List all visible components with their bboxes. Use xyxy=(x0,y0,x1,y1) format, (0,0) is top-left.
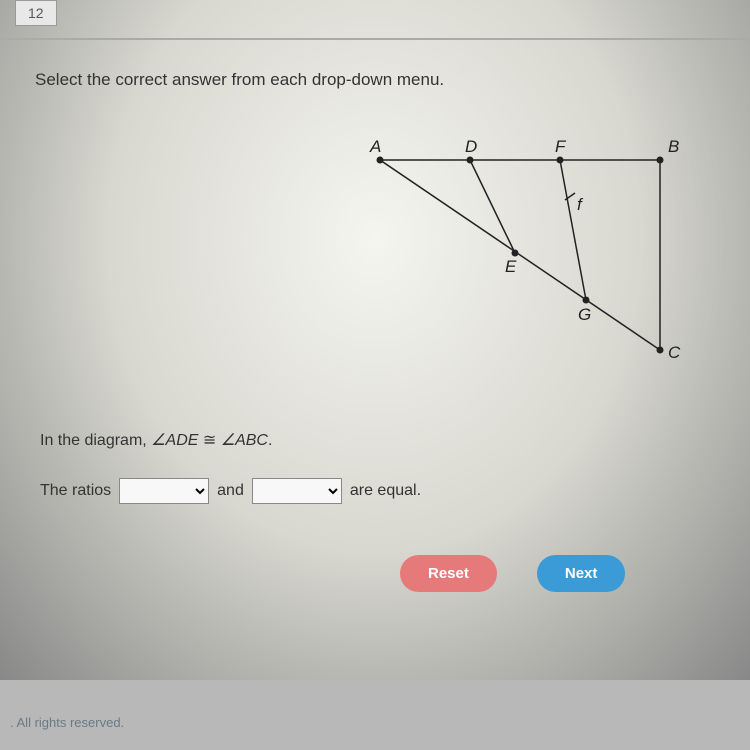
next-button[interactable]: Next xyxy=(537,555,626,592)
label-f: f xyxy=(577,195,584,214)
label-A: A xyxy=(369,137,381,156)
reset-button[interactable]: Reset xyxy=(400,555,497,592)
ratio-dropdown-2[interactable] xyxy=(252,478,342,504)
triangle-diagram: A D F B E G C f xyxy=(340,130,700,370)
label-G: G xyxy=(578,305,591,324)
page-number: 12 xyxy=(28,5,44,21)
label-B: B xyxy=(668,137,679,156)
angle-ADE: ∠ADE xyxy=(151,432,198,449)
statement-prefix: In the diagram, xyxy=(40,432,151,449)
congruent-symbol: ≅ xyxy=(198,432,220,449)
angle-ABC: ∠ABC xyxy=(221,432,268,449)
label-D: D xyxy=(465,137,477,156)
ratios-suffix: are equal. xyxy=(350,482,421,500)
footer-text: . All rights reserved. xyxy=(10,715,124,730)
ratios-sentence: The ratios and are equal. xyxy=(40,478,421,504)
label-E: E xyxy=(505,257,517,276)
page-number-tab: 12 xyxy=(15,0,57,26)
instruction-text: Select the correct answer from each drop… xyxy=(35,70,444,90)
statement-suffix: . xyxy=(268,432,272,449)
label-F: F xyxy=(555,137,567,156)
divider xyxy=(0,38,750,40)
label-C: C xyxy=(668,343,681,362)
congruence-statement: In the diagram, ∠ADE ≅ ∠ABC. xyxy=(40,430,272,450)
ratio-dropdown-1[interactable] xyxy=(119,478,209,504)
ratios-prefix: The ratios xyxy=(40,482,111,500)
ratios-and: and xyxy=(217,482,244,500)
button-row: Reset Next xyxy=(400,555,625,592)
